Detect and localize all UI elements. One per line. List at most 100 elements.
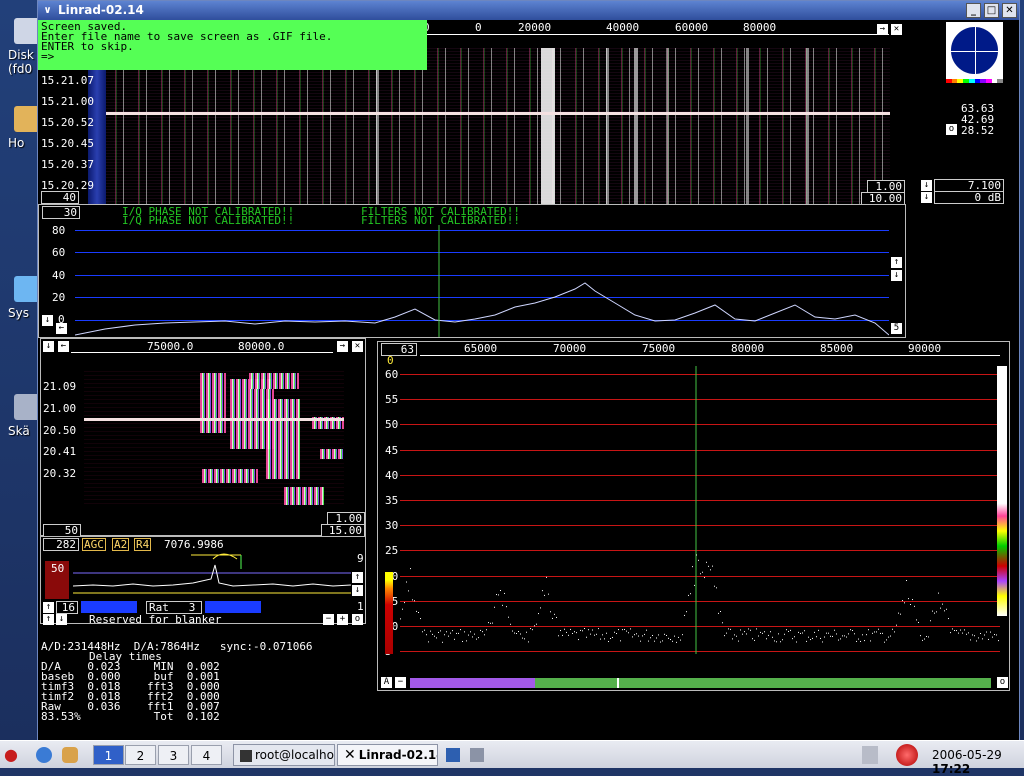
baseband-blue-setting[interactable] <box>81 601 137 613</box>
spectrum-dot <box>958 632 959 634</box>
spectrum-dot <box>790 629 791 631</box>
baseband-down-button[interactable]: ↓ <box>352 585 363 596</box>
mail-icon[interactable] <box>62 747 78 763</box>
top-scroll-left-button[interactable]: ← <box>56 323 67 334</box>
spectrum-dot <box>844 635 845 637</box>
spectrum-dot <box>678 636 679 638</box>
spectrum-dot <box>818 629 819 631</box>
spectrum-dot <box>724 635 725 637</box>
task-icon-a[interactable] <box>446 748 460 762</box>
close-button[interactable]: ✕ <box>1002 3 1017 18</box>
spectrum-dot <box>494 606 495 608</box>
workspace-2[interactable]: 2 <box>125 745 156 765</box>
delay-rows: D/A 0.023 MIN 0.002 baseb 0.000 buf 0.001… <box>41 661 313 722</box>
baseband-n16[interactable]: 16 <box>56 601 78 614</box>
spectrum-dot <box>832 635 833 637</box>
spectrum-dot <box>892 628 893 630</box>
task-icon-b[interactable] <box>470 748 484 762</box>
spectrum-dot <box>540 607 541 609</box>
polarization-scope[interactable] <box>946 22 1003 79</box>
clipboard-icon[interactable] <box>862 746 878 764</box>
main-freq-axis <box>427 34 889 35</box>
big-a-button[interactable]: A <box>381 677 392 688</box>
spectrum-dot <box>782 639 783 641</box>
clock[interactable]: 2006-05-29 17:22 <box>932 748 1024 776</box>
big-o-button[interactable]: o <box>997 677 1008 688</box>
workspace-3[interactable]: 3 <box>158 745 189 765</box>
window-menu-chevron-icon[interactable]: ∨ <box>41 4 54 17</box>
spectrum-dot <box>730 628 731 630</box>
main-scroll-right-button[interactable]: → <box>877 24 888 35</box>
spectrum-dot <box>944 610 945 612</box>
spectrum-dot <box>604 638 605 640</box>
baseband-o-button[interactable]: o <box>352 614 363 625</box>
spectrum-dot <box>772 636 773 638</box>
window-titlebar[interactable]: ∨ Linrad-02.14 _ □ ✕ <box>38 1 1019 20</box>
small-wf-down-button[interactable]: ↓ <box>43 341 54 352</box>
small-wf-time-label: 20.50 <box>43 424 77 437</box>
main-time-label: 15.21.00 <box>41 95 94 108</box>
spectrum-dot <box>436 637 437 639</box>
baseband-plus-button[interactable]: + <box>337 614 348 625</box>
baseband-minus-button[interactable]: − <box>323 614 334 625</box>
small-wf-close-icon[interactable]: ✕ <box>352 341 363 352</box>
minimize-button[interactable]: _ <box>966 3 981 18</box>
maximize-button[interactable]: □ <box>984 3 999 18</box>
top-spectrum-panel[interactable]: 30 I/Q PHASE NOT CALIBRATED!! I/Q PHASE … <box>38 204 906 338</box>
task-linrad[interactable]: ✕ Linrad-02.14 <box>337 744 438 766</box>
top-spectrum-corner[interactable]: 30 <box>42 206 80 219</box>
small-wf-right-button[interactable]: → <box>337 341 348 352</box>
db-value[interactable]: 0 dB <box>934 191 1004 204</box>
spectrum-dot <box>624 628 625 630</box>
baseband-up-small-button-2[interactable]: ↑ <box>43 614 54 625</box>
db-down-button[interactable]: ↓ <box>921 192 932 203</box>
spectrum-dot <box>966 633 967 635</box>
main-waterfall-bottom-left[interactable]: 40 <box>41 191 79 204</box>
small-waterfall[interactable] <box>84 369 344 507</box>
spectrum-dot <box>902 600 903 602</box>
right-o-button[interactable]: o <box>946 124 957 135</box>
big-progress-green[interactable] <box>535 678 991 688</box>
main-waterfall[interactable] <box>106 48 890 204</box>
baseband-up-button[interactable]: ↑ <box>352 572 363 583</box>
spectrum-dot <box>774 640 775 642</box>
big-minus-button[interactable]: − <box>395 677 406 688</box>
baseband-blue-setting-2[interactable] <box>205 601 261 613</box>
redhat-menu-icon[interactable]: ● <box>4 745 26 765</box>
spectrum-dot <box>990 631 991 633</box>
spectrum-dot <box>974 635 975 637</box>
spectrum-dot <box>468 634 469 636</box>
big-progress-purple[interactable] <box>410 678 535 688</box>
waterfall-signal <box>806 48 809 204</box>
top-y-label: 80 <box>52 224 66 237</box>
spectrum-dot <box>616 633 617 635</box>
big-progress-marker[interactable] <box>617 678 619 688</box>
baseband-up-small-button[interactable]: ↑ <box>43 602 54 613</box>
top-up-button[interactable]: ↑ <box>891 257 902 268</box>
spectrum-dot <box>824 636 825 638</box>
small-wf-left-button[interactable]: ← <box>58 341 69 352</box>
top-right-number[interactable]: 5 <box>891 323 902 334</box>
baseband-panel[interactable]: 282 AGC A2 R4 7076.9986 50 9 ↑ ↓ 1 ↑ 16 … <box>40 536 366 625</box>
clock-time: 17:22 <box>932 762 971 776</box>
signal-blob <box>249 373 299 389</box>
gain-down-button[interactable]: ↓ <box>921 180 932 191</box>
spectrum-dot <box>828 632 829 634</box>
browser-icon[interactable] <box>36 747 52 763</box>
top-down-button[interactable]: ↓ <box>891 270 902 281</box>
big-spectrum-panel[interactable]: 63 65000 70000 75000 80000 85000 90000 0… <box>377 341 1010 691</box>
top-scroll-down-button[interactable]: ↓ <box>42 315 53 326</box>
spectrum-dot <box>610 638 611 640</box>
workspace-4[interactable]: 4 <box>191 745 222 765</box>
update-alert-icon[interactable] <box>896 744 918 766</box>
main-close-icon[interactable]: ✕ <box>891 24 902 35</box>
workspace-1[interactable]: 1 <box>93 745 124 765</box>
spectrum-dot <box>858 638 859 640</box>
big-y-label: 30 <box>385 519 399 533</box>
spectrum-dot <box>492 622 493 624</box>
task-terminal[interactable]: root@localhos <box>233 744 335 766</box>
save-screen-message[interactable]: Screen saved. Enter file name to save sc… <box>38 20 427 70</box>
baseband-down-small-button[interactable]: ↓ <box>56 614 67 625</box>
spectrum-dot <box>406 581 407 583</box>
spectrum-dot <box>518 631 519 633</box>
